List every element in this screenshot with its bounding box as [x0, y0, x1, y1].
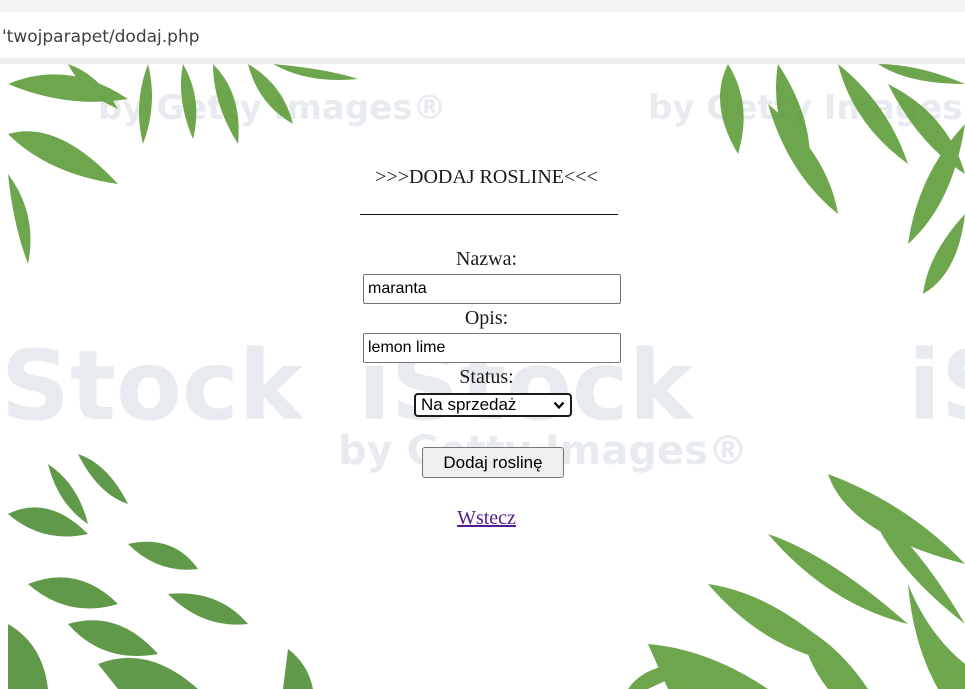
page-heading: >>>DODAJ ROSLINE<<<	[375, 166, 598, 188]
status-select[interactable]: Na sprzedaż	[414, 393, 572, 417]
leaves-bottom-left	[8, 454, 313, 689]
name-label: Nazwa:	[455, 248, 518, 270]
name-input[interactable]	[363, 274, 621, 304]
browser-top-strip	[0, 0, 965, 12]
description-input[interactable]	[363, 333, 621, 363]
chevron-down-icon	[553, 401, 565, 410]
address-bar[interactable]: 'twojparapet/dodaj.php	[0, 12, 965, 64]
heading-underline	[360, 214, 618, 215]
page-viewport: by Getty Images® by Getty Images® by Get…	[8, 64, 965, 689]
url-text[interactable]: 'twojparapet/dodaj.php	[2, 27, 200, 47]
back-link[interactable]: Wstecz	[8, 507, 965, 530]
status-label: Status:	[459, 366, 514, 388]
add-plant-button[interactable]: Dodaj roslinę	[422, 447, 564, 478]
description-label: Opis:	[464, 307, 509, 329]
status-selected-value: Na sprzedaż	[421, 395, 517, 414]
